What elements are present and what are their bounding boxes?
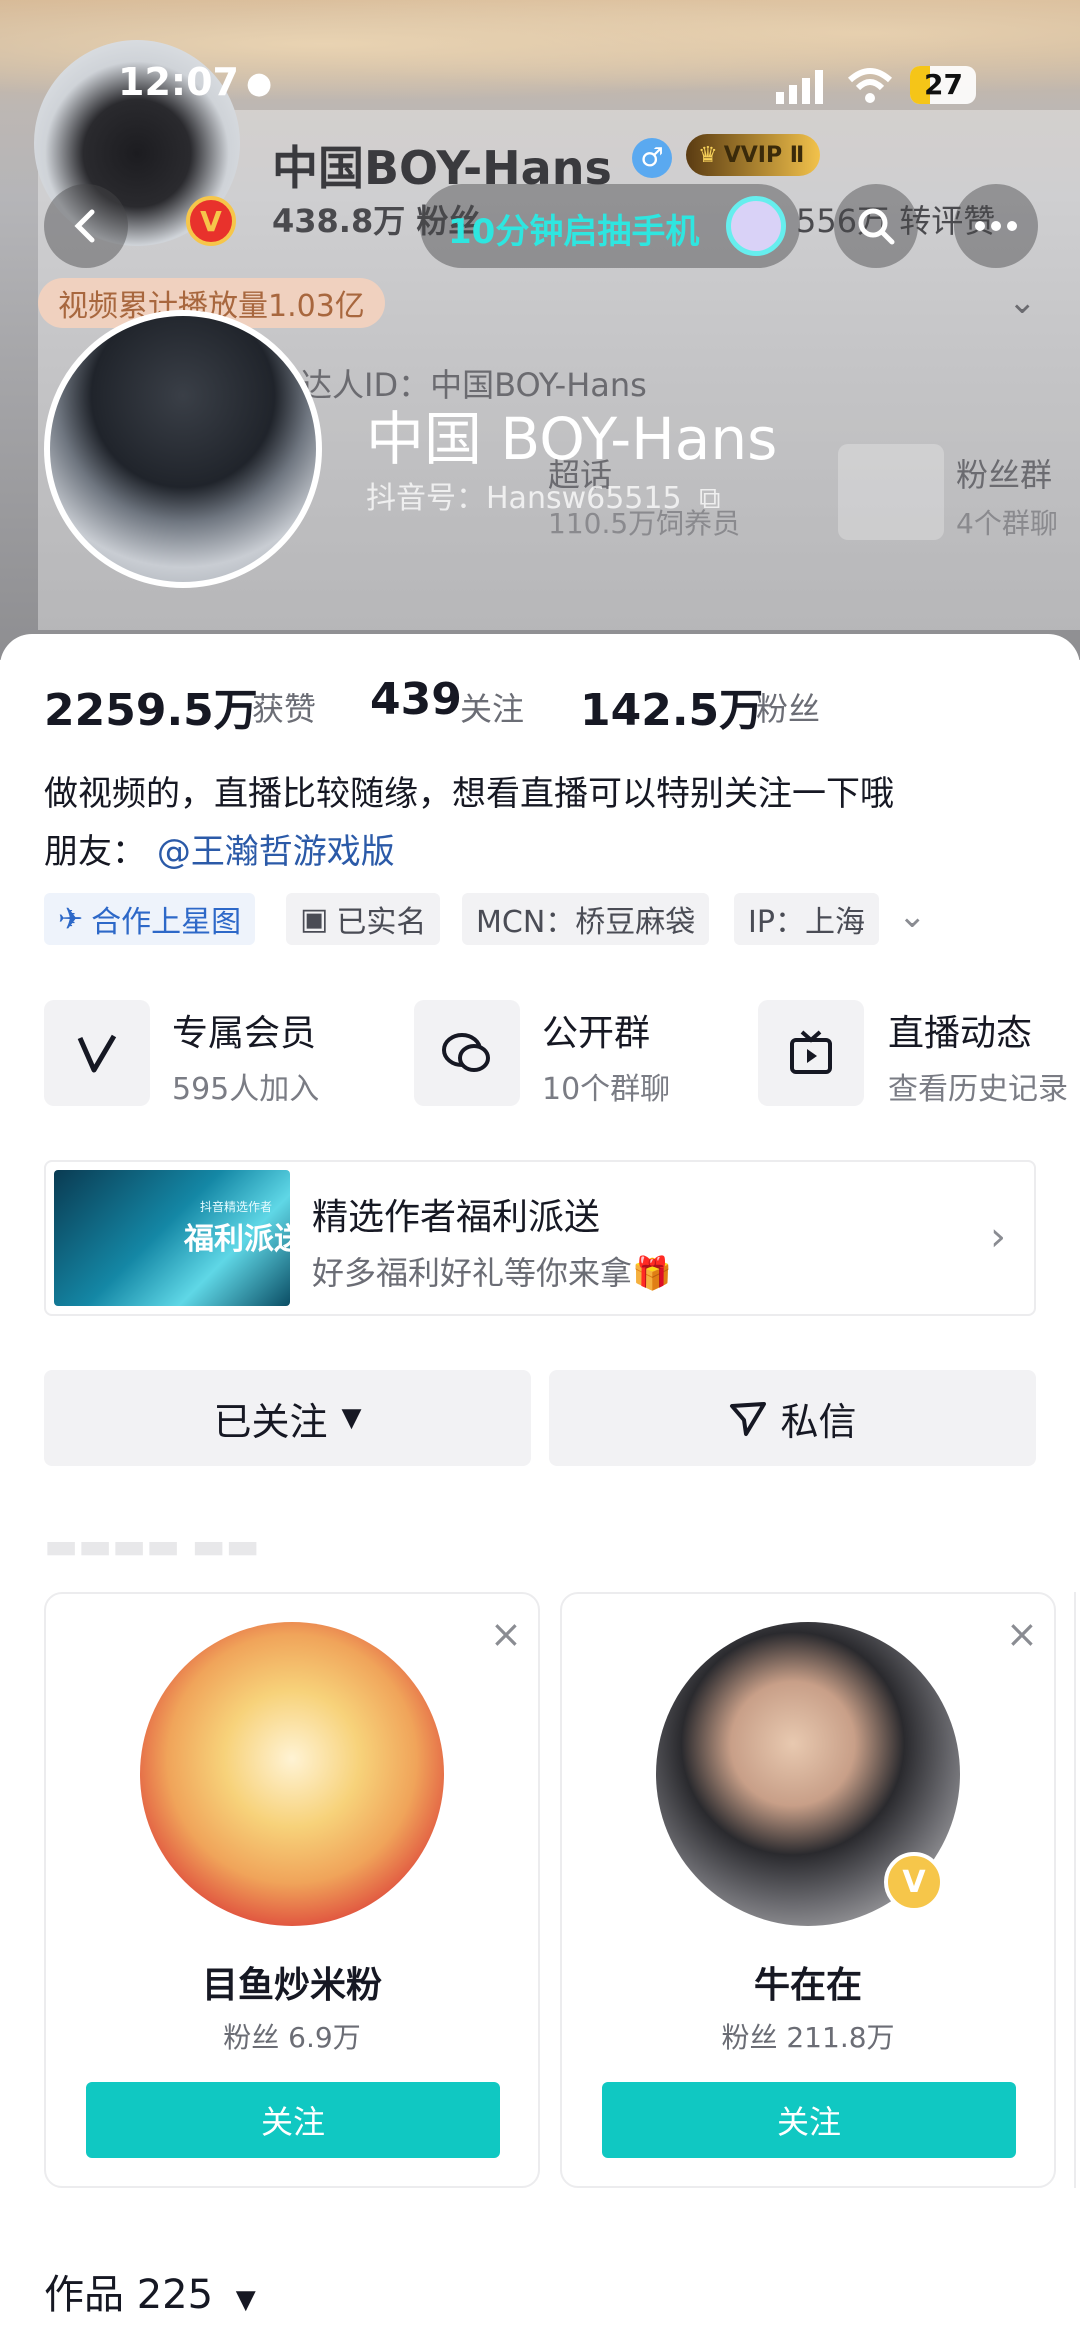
welfare-banner-image-text: 福利派送	[184, 1222, 304, 1257]
verified-v-badge: V	[186, 196, 236, 246]
fan-group-label: 粉丝群	[956, 456, 1053, 494]
followed-label: 已关注	[213, 1399, 328, 1444]
battery-level: 27	[924, 68, 963, 101]
chevron-down-icon: ⌄	[1008, 282, 1037, 322]
promo-pill-text: 10分钟启抽手机	[448, 212, 700, 252]
copy-icon[interactable]: ⧉	[699, 481, 720, 516]
works-tab[interactable]: 作品 225 ▼	[44, 2262, 256, 2320]
recommend-section-faint-label: ▬▬▬▬ ▬▬	[44, 1526, 260, 1567]
bio-line-1: 做视频的，直播比较随缘，想看直播可以特别关注一下哦	[44, 774, 894, 814]
followers-label[interactable]: 粉丝	[756, 684, 820, 730]
recommend-name-2: 牛在在	[753, 1965, 862, 2006]
close-icon[interactable]: ×	[1006, 1612, 1038, 1656]
live-dynamic-sub: 查看历史记录	[888, 1072, 1068, 1107]
message-button[interactable]: 私信	[549, 1370, 1036, 1466]
membership-sub: 595人加入	[172, 1072, 320, 1107]
profile-avatar[interactable]	[44, 310, 322, 588]
tag-verified[interactable]: ▣ 已实名	[286, 893, 441, 945]
tag-cooperation-label: 合作上星图	[91, 905, 242, 940]
tag-ip[interactable]: IP：上海	[734, 893, 879, 945]
vip-badge: ♛ VVIP Ⅱ	[686, 134, 821, 176]
chevron-right-icon: ›	[990, 1214, 1006, 1260]
message-label: 私信	[780, 1399, 857, 1444]
recommend-fans-1: 粉丝 6.9万	[223, 2021, 361, 2054]
battery-icon: 27	[910, 66, 976, 104]
crown-icon: ♛	[698, 142, 718, 168]
recommend-fans-2: 粉丝 211.8万	[721, 2021, 895, 2054]
bio-friend-prefix: 朋友：	[44, 832, 146, 872]
live-dynamic-title[interactable]: 直播动态	[888, 1004, 1032, 1056]
send-icon	[730, 1402, 767, 1436]
works-label: 作品 225	[44, 2272, 214, 2318]
welfare-banner-title: 精选作者福利派送	[312, 1197, 601, 1238]
person-icon: ●	[246, 66, 273, 101]
recommend-follow-button-2[interactable]: 关注	[602, 2082, 1016, 2158]
following-label[interactable]: 关注	[460, 684, 524, 730]
membership-icon[interactable]	[44, 1000, 150, 1106]
membership-title[interactable]: 专属会员	[172, 1004, 316, 1056]
tags-expand-chevron-icon[interactable]: ⌄	[898, 896, 927, 936]
likes-label: 获赞	[252, 690, 317, 728]
followers-count[interactable]: 142.5万	[580, 674, 763, 738]
tag-mcn[interactable]: MCN：桥豆麻袋	[462, 893, 710, 945]
welfare-banner-image-caption: 抖音精选作者	[200, 1200, 273, 1214]
douyin-id-text: 抖音号：Hansw65515	[366, 481, 682, 516]
star-map-icon: ✈	[58, 901, 84, 937]
recommend-follow-button-1[interactable]: 关注	[86, 2082, 500, 2158]
following-count[interactable]: 439	[370, 674, 462, 725]
male-icon: ♂	[632, 138, 672, 178]
back-button[interactable]	[44, 184, 128, 268]
recommend-name-1: 目鱼炒米粉	[201, 1965, 382, 2006]
tag-verified-label: 已实名	[336, 905, 427, 940]
search-button[interactable]	[834, 184, 918, 268]
more-icon	[975, 221, 1017, 231]
likes-count: 2259.5万	[44, 685, 258, 736]
search-icon	[858, 208, 895, 245]
followed-button[interactable]: 已关注 ▼	[44, 1370, 531, 1466]
close-icon[interactable]: ×	[490, 1612, 522, 1656]
signal-icon	[776, 70, 826, 104]
caret-down-icon: ▼	[235, 2285, 256, 2315]
live-tv-icon[interactable]	[758, 1000, 864, 1106]
wifi-icon	[846, 66, 894, 104]
welfare-banner-subtitle: 好多福利好礼等你来拿🎁	[312, 1254, 672, 1292]
id-card-icon: ▣	[300, 901, 329, 937]
recommend-avatar-1[interactable]	[140, 1622, 444, 1926]
profile-name: 中国 BOY-Hans	[366, 405, 778, 473]
phone-icon	[726, 196, 786, 256]
bio-line-2: 朋友： @王瀚哲游戏版	[44, 824, 395, 873]
vip-label: VVIP Ⅱ	[723, 142, 805, 168]
status-time: 12:07	[118, 60, 239, 104]
fan-group-sub: 4个群聊	[956, 507, 1058, 540]
group-chat-icon[interactable]	[414, 1000, 520, 1106]
fan-group-icon	[838, 444, 944, 540]
group-chat-sub: 10个群聊	[542, 1072, 671, 1107]
caret-down-icon: ▼	[341, 1403, 362, 1433]
verified-badge-icon: V	[884, 1852, 944, 1912]
bio-mention-link[interactable]: @王瀚哲游戏版	[157, 832, 395, 872]
more-button[interactable]	[954, 184, 1038, 268]
back-arrow-icon	[74, 209, 95, 243]
group-chat-title[interactable]: 公开群	[542, 1004, 650, 1056]
recommend-card-3-edge[interactable]	[1074, 1592, 1080, 2188]
douyin-id[interactable]: 抖音号：Hansw65515 ⧉	[366, 473, 721, 517]
tag-cooperation[interactable]: ✈ 合作上星图	[44, 893, 256, 945]
